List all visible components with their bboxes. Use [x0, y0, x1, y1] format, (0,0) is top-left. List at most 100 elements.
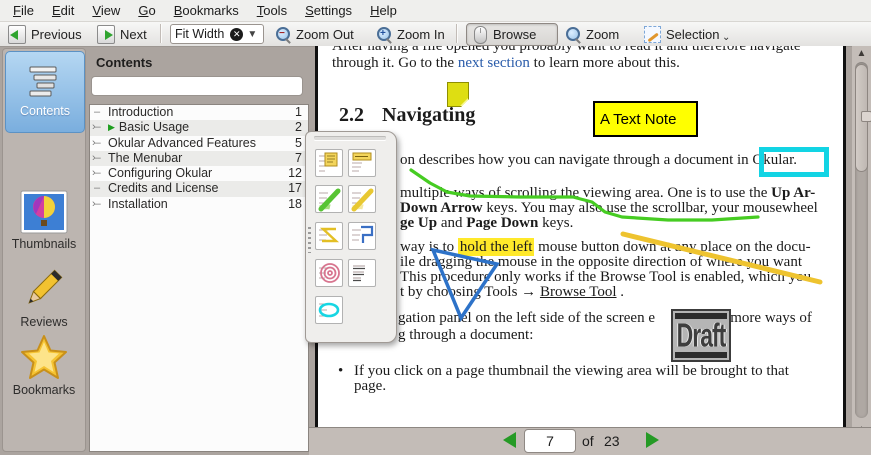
zoom-tool-button[interactable]: Zoom: [566, 22, 619, 46]
inline-note-tool-button[interactable]: [348, 149, 376, 177]
menu-file[interactable]: File: [4, 3, 43, 18]
menu-help[interactable]: Help: [361, 3, 406, 18]
pop-up-note-tool-button[interactable]: [315, 149, 343, 177]
doc-line: ile dragging the mouse in the opposite d…: [400, 254, 802, 270]
vertical-scrollbar: ▲ ▲ ▼: [852, 46, 871, 455]
browse-tool-button[interactable]: Browse: [466, 23, 558, 46]
zoom-out-icon: −: [276, 27, 291, 42]
current-location-icon: ▶: [108, 120, 115, 135]
sidebar-item-contents[interactable]: Contents: [5, 51, 85, 133]
blue-polygon-icon: [349, 223, 375, 249]
inline-note-annotation[interactable]: A Text Note: [593, 101, 698, 137]
contents-panel-title: Contents: [96, 55, 152, 70]
toc-item-configuring-okular[interactable]: ›–Configuring Okular12: [90, 166, 308, 181]
doc-line: After having a file opened you probably …: [332, 46, 801, 54]
yellow-highlighter-icon: [349, 186, 375, 212]
cyan-rectangle-annotation[interactable]: [759, 147, 829, 177]
tree-line: –: [92, 181, 108, 196]
zoom-in-icon: +: [377, 27, 392, 42]
scrollbar-thumb[interactable]: [855, 64, 868, 172]
scroll-up-icon[interactable]: ▲: [852, 48, 871, 60]
magnifier-icon: [566, 27, 581, 42]
toc-item-installation[interactable]: ›–Installation18: [90, 197, 308, 212]
pencil-icon: [22, 264, 66, 312]
selection-tool-button[interactable]: Selection: [644, 22, 719, 46]
expander-icon[interactable]: ›–: [92, 166, 108, 181]
contents-search-input[interactable]: [91, 76, 303, 96]
green-freehand-tool-button[interactable]: [315, 185, 343, 213]
toc-item-the-menubar[interactable]: ›–The Menubar7: [90, 151, 308, 166]
menu-view[interactable]: View: [83, 3, 129, 18]
clear-icon[interactable]: ✕: [230, 28, 243, 41]
sidebar-item-reviews[interactable]: Reviews: [5, 257, 83, 329]
menu-bookmarks[interactable]: Bookmarks: [165, 3, 248, 18]
previous-page-icon: [8, 25, 26, 44]
toc-item-okular-advanced-features[interactable]: ›–Okular Advanced Features5: [90, 136, 308, 151]
doc-line: This procedure only works if the Browse …: [400, 269, 811, 285]
previous-page-arrow[interactable]: [503, 432, 516, 448]
selection-icon: [644, 26, 661, 43]
cyan-ellipse-icon: [316, 297, 342, 323]
underline-icon: [349, 260, 375, 286]
toc-item-basic-usage[interactable]: ›–▶Basic Usage2: [90, 120, 308, 135]
selection-dropdown-chevron-icon[interactable]: ⌄: [722, 32, 730, 43]
zoom-out-button[interactable]: − Zoom Out: [276, 22, 354, 46]
stamp-swirl-icon: [316, 260, 342, 286]
annotation-toolbar: [305, 131, 397, 343]
blue-polygon-tool-button[interactable]: [348, 222, 376, 250]
toc-item-page-number: 5: [295, 136, 302, 151]
toc-item-introduction[interactable]: –Introduction1: [90, 105, 308, 120]
next-page-arrow[interactable]: [646, 432, 659, 448]
expander-icon[interactable]: ›–: [92, 197, 108, 212]
draft-stamp-annotation[interactable]: Draft: [671, 309, 731, 362]
toc-item-page-number: 7: [295, 151, 302, 166]
doc-line: ge Up and Page Down keys.: [400, 215, 573, 231]
sidebar-item-bookmarks[interactable]: Bookmarks: [5, 327, 83, 397]
doc-line: multiple ways of scrolling the viewing a…: [400, 185, 815, 201]
underline-tool-button[interactable]: [348, 259, 376, 287]
menu-settings[interactable]: Settings: [296, 3, 361, 18]
doc-line: gation panel on the left side of the scr…: [398, 310, 812, 326]
doc-line: way is to hold the left mouse button dow…: [400, 239, 811, 255]
doc-line: If you click on a page thumbnail the vie…: [354, 363, 789, 379]
toc-item-page-number: 2: [295, 120, 302, 135]
doc-line: page.: [354, 378, 386, 394]
okular-window: File Edit View Go Bookmarks Tools Settin…: [0, 0, 871, 455]
next-section-link[interactable]: next section: [458, 55, 530, 71]
expander-icon[interactable]: ›–: [92, 120, 108, 135]
navigation-dock: Contents Thumbnails Revi: [2, 48, 86, 452]
tree-line: –: [92, 105, 108, 120]
doc-line: on describes how you can navigate throug…: [400, 152, 797, 168]
menu-bar: File Edit View Go Bookmarks Tools Settin…: [0, 0, 871, 22]
current-page-input[interactable]: [524, 429, 576, 453]
straight-line-tool-button[interactable]: [315, 222, 343, 250]
menu-edit[interactable]: Edit: [43, 3, 83, 18]
total-pages-label: 23: [604, 433, 620, 449]
next-page-icon: [97, 25, 115, 44]
browse-tool-link[interactable]: Browse Tool: [540, 284, 617, 300]
next-button[interactable]: Next: [97, 22, 147, 46]
toolbar-separator: [160, 24, 162, 43]
previous-button[interactable]: Previous: [8, 22, 82, 46]
zoom-mode-combobox[interactable]: Fit Width ✕ ▼: [170, 24, 264, 44]
contents-tree: –Introduction1›–▶Basic Usage2›–Okular Ad…: [89, 104, 309, 452]
toc-item-page-number: 18: [288, 197, 302, 212]
expander-icon[interactable]: ›–: [92, 136, 108, 151]
yellow-highlighter-tool-button[interactable]: [348, 185, 376, 213]
expander-icon[interactable]: ›–: [92, 151, 108, 166]
menu-go[interactable]: Go: [129, 3, 164, 18]
palette-drag-handle[interactable]: [308, 227, 311, 253]
toc-item-credits-and-license[interactable]: –Credits and License17: [90, 181, 308, 196]
chevron-down-icon[interactable]: ▼: [247, 29, 257, 40]
doc-line: through it. Go to the next section to le…: [332, 55, 680, 71]
menu-tools[interactable]: Tools: [248, 3, 296, 18]
page-navigation-bar: of 23: [309, 427, 871, 455]
toc-item-label: Installation: [108, 197, 288, 212]
inline-note-icon: [349, 150, 375, 176]
zoom-in-button[interactable]: + Zoom In: [377, 22, 445, 46]
straight-line-icon: [316, 223, 342, 249]
main-toolbar: Previous Next Fit Width ✕ ▼ − Zoom Out +…: [0, 22, 871, 47]
stamp-tool-button[interactable]: [315, 259, 343, 287]
cyan-ellipse-tool-button[interactable]: [315, 296, 343, 324]
sidebar-item-thumbnails[interactable]: Thumbnails: [5, 183, 83, 251]
